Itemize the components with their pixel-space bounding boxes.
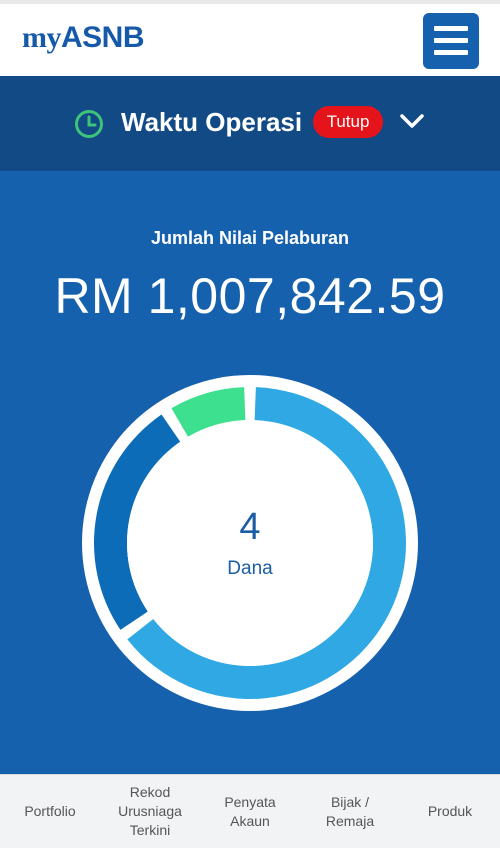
operation-hours-label: Waktu Operasi [121,107,303,137]
nav-label: Portfolio [24,803,76,819]
bottom-navigation: Portfolio Rekod Urusniaga Terkini Penyat… [0,774,500,848]
nav-account-statement[interactable]: Penyata Akaun [202,793,298,831]
nav-label: Rekod Urusniaga Terkini [118,784,182,838]
nav-products[interactable]: Produk [402,802,498,821]
nav-label: Penyata Akaun [224,793,276,829]
fund-count-label: Dana [227,558,273,579]
logo-prefix: my [22,21,62,54]
myasnb-logo[interactable]: myASNB [22,21,145,55]
chevron-down-icon[interactable] [399,113,425,131]
menu-line [434,50,468,55]
clock-icon [75,110,103,138]
portfolio-summary-panel: Jumlah Nilai Pelaburan RM 1,007,842.59 4… [0,171,500,774]
total-investment-value: RM 1,007,842.59 [54,268,446,324]
nav-portfolio[interactable]: Portfolio [2,802,98,821]
nav-bijak-remaja[interactable]: Bijak / Remaja [302,793,398,831]
menu-line [434,26,468,31]
nav-recent-transactions[interactable]: Rekod Urusniaga Terkini [102,783,198,840]
total-investment-label: Jumlah Nilai Pelaburan [150,228,350,248]
operation-hours-bar[interactable]: Waktu Operasi Tutup [0,76,500,171]
nav-label: Produk [427,803,473,819]
nav-label: Bijak / Remaja [325,793,375,829]
menu-line [434,38,468,43]
status-badge: Tutup [313,106,383,138]
fund-count: 4 [239,506,261,548]
top-bar: myASNB [0,0,500,76]
logo-main: ASNB [61,21,145,54]
hamburger-menu-icon[interactable] [423,13,479,69]
